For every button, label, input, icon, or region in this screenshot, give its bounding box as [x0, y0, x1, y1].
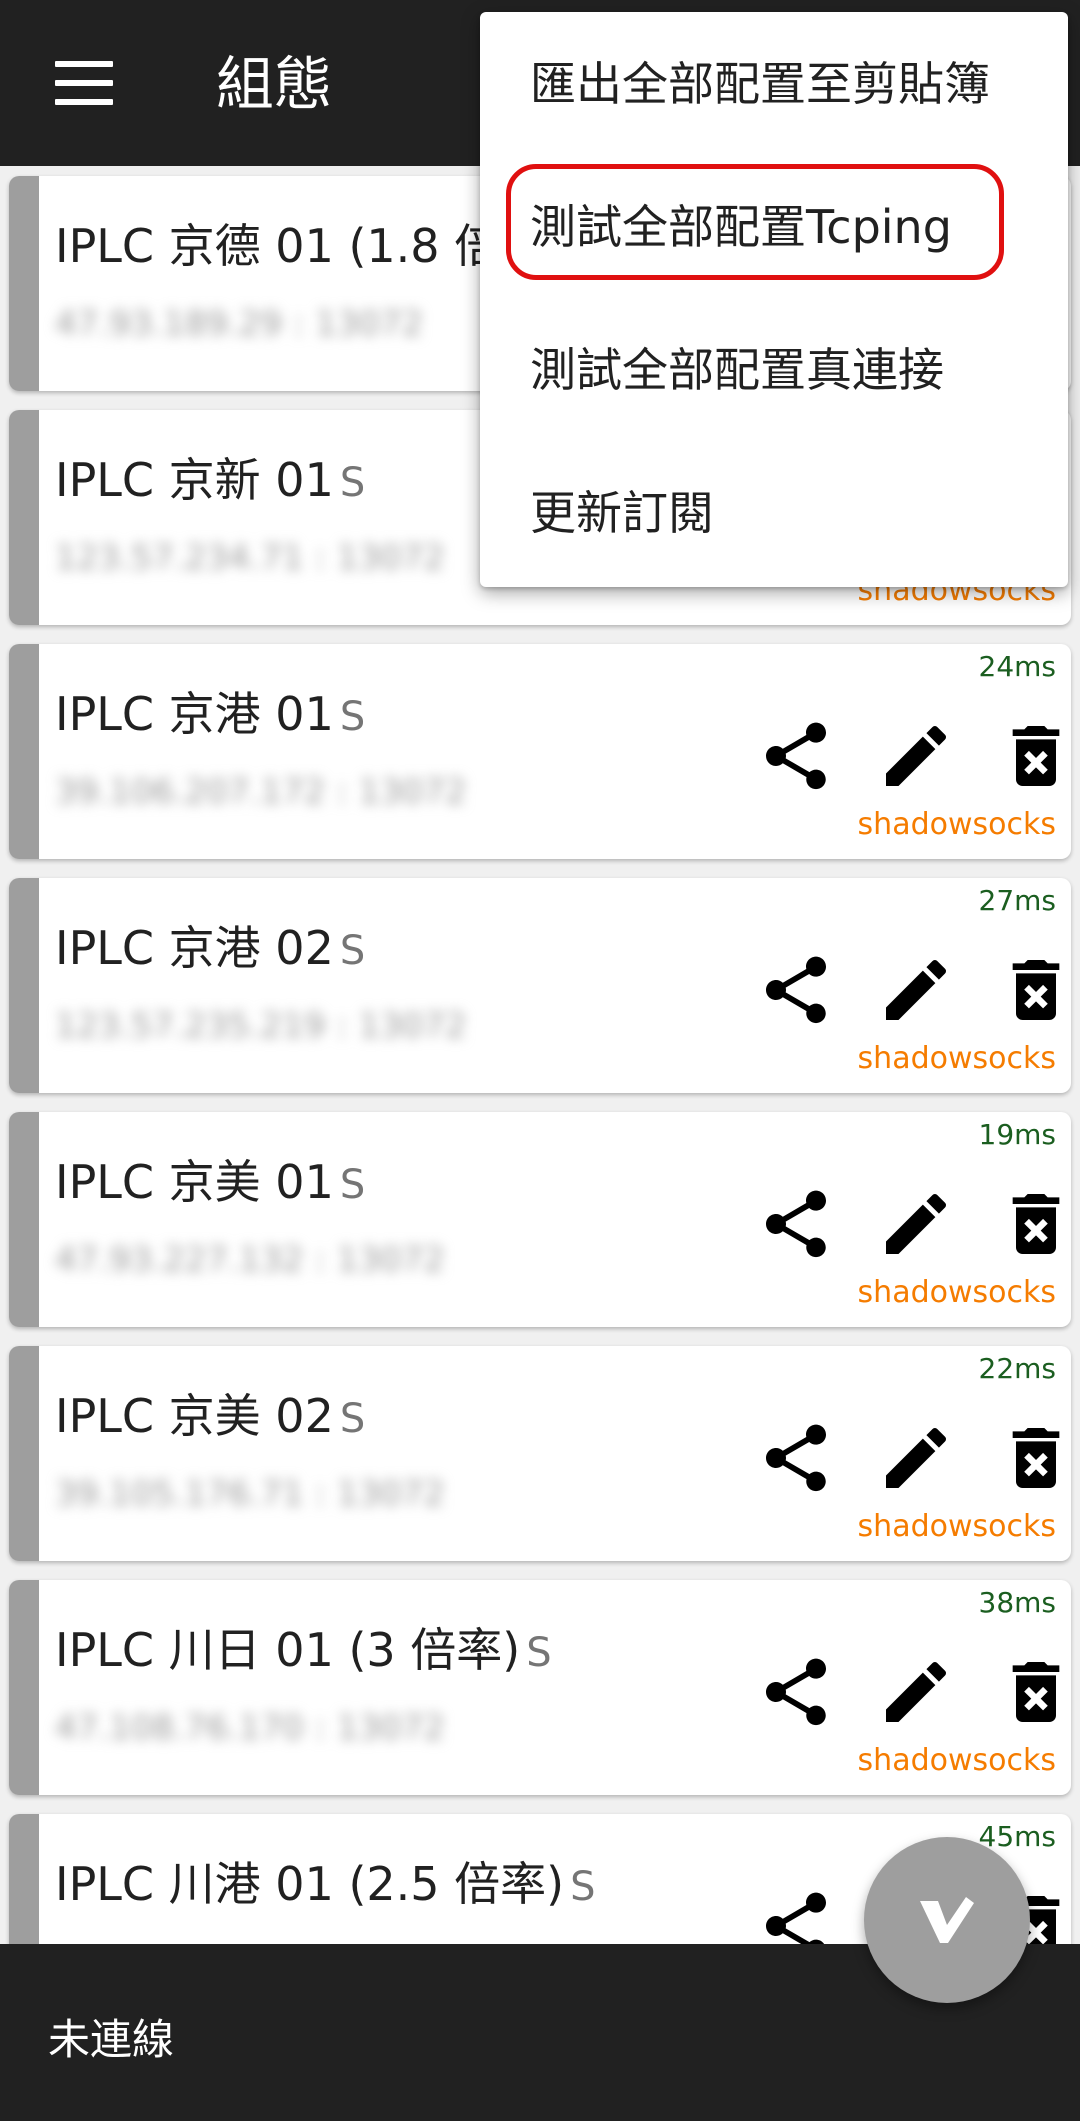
profile-address: 39.106.207.172 : 13072 [55, 772, 467, 812]
menu-item-update-subscription[interactable]: 更新訂閱 [530, 483, 714, 543]
edit-pencil-icon[interactable] [876, 1652, 956, 1732]
profile-name: IPLC 京德 01 (1.8 倍 [55, 219, 501, 273]
latency-label: 27ms [978, 884, 1057, 917]
profile-actions [731, 1418, 1071, 1498]
profile-name: IPLC 京港 01 S [55, 687, 366, 741]
menu-item-export-all[interactable]: 匯出全部配置至剪貼簿 [530, 54, 990, 114]
edit-pencil-icon[interactable] [876, 1418, 956, 1498]
profile-name: IPLC 川港 01 (2.5 倍率) S [55, 1857, 596, 1911]
hamburger-menu-icon[interactable] [36, 40, 132, 126]
profile-actions [731, 950, 1071, 1030]
delete-icon[interactable] [996, 950, 1071, 1030]
profile-name: IPLC 京港 02 S [55, 921, 366, 975]
menu-item-test-tcping[interactable]: 測試全部配置Tcping [530, 197, 952, 257]
profile-card[interactable]: IPLC 京美 01 S 47.93.227.132 : 13072 19ms s… [9, 1112, 1071, 1327]
edit-pencil-icon[interactable] [876, 1184, 956, 1264]
protocol-label: shadowsocks [857, 1275, 1056, 1310]
selection-indicator [9, 644, 39, 859]
edit-pencil-icon[interactable] [876, 716, 956, 796]
connection-status-text: 未連線 [48, 2015, 175, 2064]
share-icon[interactable] [756, 1418, 836, 1498]
protocol-label: shadowsocks [857, 1041, 1056, 1076]
profile-name: IPLC 京美 02 S [55, 1389, 366, 1443]
menu-item-test-real-connection[interactable]: 測試全部配置真連接 [530, 340, 944, 400]
profile-address: 123.57.235.219 : 13072 [55, 1006, 467, 1046]
profile-card[interactable]: IPLC 京美 02 S 39.105.176.71 : 13072 22ms s… [9, 1346, 1071, 1561]
delete-icon[interactable] [996, 1418, 1071, 1498]
latency-label: 38ms [978, 1586, 1057, 1619]
latency-label: 22ms [978, 1352, 1057, 1385]
profile-address: 123.57.234.71 : 13072 [55, 538, 445, 578]
share-icon[interactable] [756, 1184, 836, 1264]
latency-label: 19ms [978, 1118, 1057, 1151]
page-title: 組態 [216, 50, 333, 118]
selection-indicator [9, 1112, 39, 1327]
selection-indicator [9, 1346, 39, 1561]
latency-label: 24ms [978, 650, 1057, 683]
overflow-menu: 匯出全部配置至剪貼簿 測試全部配置Tcping 測試全部配置真連接 更新訂閱 [480, 12, 1068, 587]
selection-indicator [9, 410, 39, 625]
selection-indicator [9, 878, 39, 1093]
profile-actions [731, 1652, 1071, 1732]
profile-name: IPLC 京新 01 S [55, 453, 366, 507]
profile-name: IPLC 川日 01 (3 倍率) S [55, 1623, 552, 1677]
profile-actions [731, 1184, 1071, 1264]
profile-name: IPLC 京美 01 S [55, 1155, 366, 1209]
protocol-label: shadowsocks [857, 1509, 1056, 1544]
profile-address: 47.108.76.170 : 13072 [55, 1708, 445, 1748]
share-icon[interactable] [756, 1652, 836, 1732]
profile-address: 47.93.189.29 : 13072 [55, 304, 424, 344]
profile-card[interactable]: IPLC 京港 01 S 39.106.207.172 : 13072 24ms … [9, 644, 1071, 859]
connect-fab[interactable] [864, 1837, 1030, 2003]
profile-card[interactable]: IPLC 川日 01 (3 倍率) S 47.108.76.170 : 13072… [9, 1580, 1071, 1795]
delete-icon[interactable] [996, 1652, 1071, 1732]
edit-pencil-icon[interactable] [876, 950, 956, 1030]
profile-address: 39.105.176.71 : 13072 [55, 1474, 445, 1514]
latency-label: 45ms [978, 1820, 1057, 1853]
selection-indicator [9, 176, 39, 391]
profile-address: 47.93.227.132 : 13072 [55, 1240, 445, 1280]
selection-indicator [9, 1580, 39, 1795]
profile-card[interactable]: IPLC 京港 02 S 123.57.235.219 : 13072 27ms … [9, 878, 1071, 1093]
delete-icon[interactable] [996, 716, 1071, 796]
delete-icon[interactable] [996, 1184, 1071, 1264]
share-icon[interactable] [756, 716, 836, 796]
profile-actions [731, 716, 1071, 796]
protocol-label: shadowsocks [857, 807, 1056, 842]
share-icon[interactable] [756, 950, 836, 1030]
protocol-label: shadowsocks [857, 1743, 1056, 1778]
v2ray-logo-icon [920, 1897, 974, 1943]
